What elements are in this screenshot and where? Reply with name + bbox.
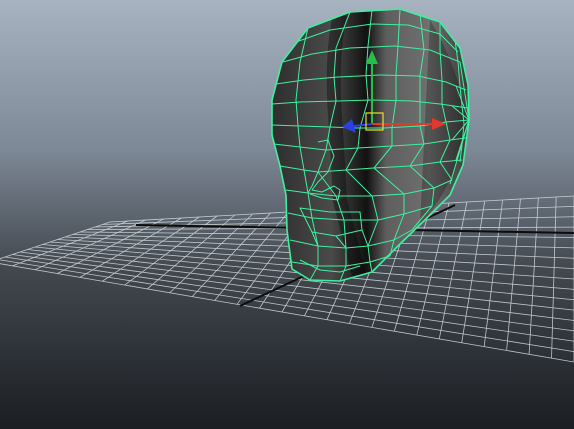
viewport-canvas[interactable] [0,0,574,429]
perspective-viewport[interactable] [0,0,574,429]
